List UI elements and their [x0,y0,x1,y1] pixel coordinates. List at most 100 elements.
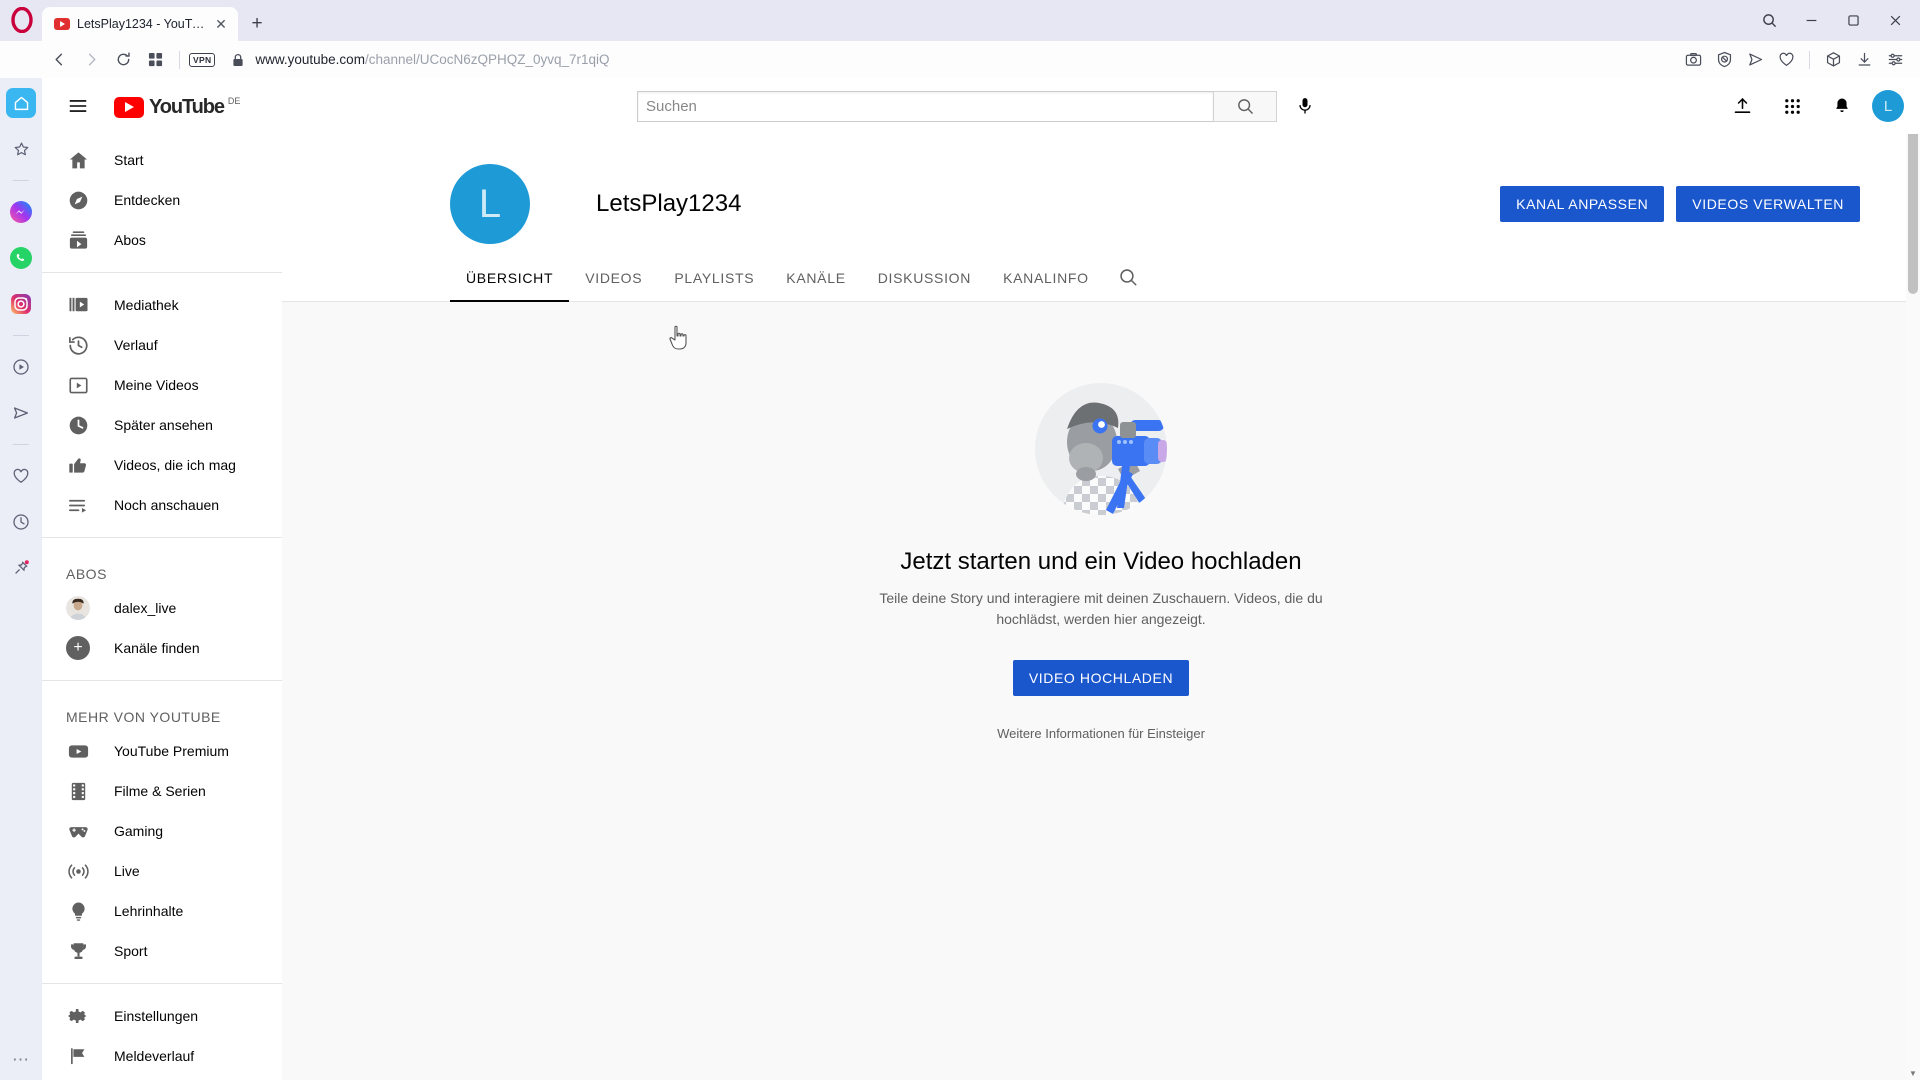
scroll-down-arrow[interactable]: ▼ [1906,1066,1920,1080]
browser-window: LetsPlay1234 - YouTube ✕ + VPN www.youtu… [0,0,1920,1080]
sidebar-item-abos[interactable]: Abos [42,220,282,260]
upload-video-button[interactable]: Video hochladen [1012,660,1190,696]
opera-side-rail: ⋯ [0,78,42,1080]
customize-channel-button[interactable]: Kanal anpassen [1500,186,1665,222]
minimize-button[interactable] [1790,5,1832,37]
navigation-bar: VPN www.youtube.com/channel/UCocN6zQPHQZ… [0,41,1920,78]
page-scrollbar[interactable]: ▲ ▼ [1906,78,1920,1080]
youtube-logo[interactable]: YouTube DE [114,95,240,118]
forward-arrow-icon[interactable] [76,45,106,75]
sidebar-item-gaming[interactable]: Gaming [42,811,282,851]
manage-videos-button[interactable]: Videos verwalten [1676,186,1860,222]
sidebar-item-meine-videos[interactable]: Meine Videos [42,365,282,405]
maximize-button[interactable] [1832,5,1874,37]
page-viewport: YouTube DE Suchen L Start Entdecken Abos… [42,78,1920,1080]
lock-icon[interactable] [223,45,253,75]
sidebar-item-youtube-premium[interactable]: YouTube Premium [42,731,282,771]
tab-kanaele[interactable]: Kanäle [770,254,861,302]
library-icon [66,293,90,317]
compass-icon [66,188,90,212]
sidebar-item-videos-die-ich-mag[interactable]: Videos, die ich mag [42,445,282,485]
sidebar-item-label: Einstellungen [114,1008,199,1024]
tab-uebersicht[interactable]: Übersicht [450,254,570,302]
gear-icon [66,1004,90,1028]
search-input[interactable]: Suchen [637,90,1213,122]
upload-icon[interactable] [1722,86,1762,126]
pin-icon[interactable] [6,553,36,583]
back-arrow-icon[interactable] [44,45,74,75]
instagram-icon[interactable] [6,289,36,319]
beginner-help-link[interactable]: Weitere Informationen für Einsteiger [997,726,1205,741]
sidebar-item-live[interactable]: Live [42,851,282,891]
rail-more-button[interactable]: ⋯ [12,1050,30,1070]
downloads-icon[interactable] [1849,45,1879,75]
reload-icon[interactable] [108,45,138,75]
whatsapp-icon[interactable] [6,243,36,273]
vpn-badge[interactable]: VPN [189,52,216,67]
speed-dial-icon[interactable] [140,45,170,75]
plus-circle-icon: + [66,636,90,660]
voice-search-icon[interactable] [1285,86,1325,126]
youtube-favicon [54,18,70,30]
extensions-cube-icon[interactable] [1818,45,1848,75]
youtube-play-icon [114,96,144,118]
telegram-icon[interactable] [6,398,36,428]
tab-diskussion[interactable]: Diskussion [862,254,987,302]
youtube-masthead: YouTube DE Suchen L [42,78,1920,134]
sidebar-item-lehrinhalte[interactable]: Lehrinhalte [42,891,282,931]
snapshot-camera-icon[interactable] [1678,45,1708,75]
browser-tab[interactable]: LetsPlay1234 - YouTube ✕ [42,7,238,41]
apps-grid-icon[interactable] [1772,86,1812,126]
history-icon [66,333,90,357]
sidebar-item-einstellungen[interactable]: Einstellungen [42,996,282,1036]
sidebar-item-label: dalex_live [114,600,177,616]
sidebar-item-sport[interactable]: Sport [42,931,282,971]
tab-playlists[interactable]: Playlists [658,254,770,302]
sidebar-item-mediathek[interactable]: Mediathek [42,285,282,325]
close-window-button[interactable] [1874,5,1916,37]
messenger-icon[interactable] [6,197,36,227]
sidebar-heading-abos: ABOS [66,566,107,582]
bell-icon[interactable] [1822,86,1862,126]
pinboard-heart-icon[interactable] [6,461,36,491]
heart-icon[interactable] [1771,45,1801,75]
youtube-wordmark: YouTube [149,95,225,118]
player-icon[interactable] [1740,45,1770,75]
sidebar-item-label: Entdecken [114,192,181,208]
tab-kanalinfo[interactable]: Kanalinfo [987,254,1105,302]
sidebar-item-filme-serien[interactable]: Filme & Serien [42,771,282,811]
bookmarks-star-icon[interactable] [6,134,36,164]
trophy-icon [66,939,90,963]
sidebar-item-meldeverlauf[interactable]: Meldeverlauf [42,1036,282,1076]
home-icon[interactable] [6,88,36,118]
sidebar-item-spaeter-ansehen[interactable]: Später ansehen [42,405,282,445]
search-tabs-icon[interactable] [1748,5,1790,37]
sidebar-item-start[interactable]: Start [42,140,282,180]
sidebar-item-verlauf[interactable]: Verlauf [42,325,282,365]
search-button[interactable] [1213,90,1277,122]
youtube-sidebar: Start Entdecken Abos Mediathek Verlauf M… [42,134,282,1080]
sidebar-item-entdecken[interactable]: Entdecken [42,180,282,220]
channel-avatar[interactable]: L [450,164,530,244]
player-icon[interactable] [6,352,36,382]
easy-setup-icon[interactable] [1880,45,1910,75]
sidebar-item-kanaele-finden[interactable]: + Kanäle finden [42,628,282,668]
hamburger-icon[interactable] [58,86,98,126]
gaming-icon [66,819,90,843]
tab-strip: LetsPlay1234 - YouTube ✕ + [0,0,1920,41]
history-clock-icon[interactable] [6,507,36,537]
ad-blocker-icon[interactable] [1709,45,1739,75]
watch-later-icon [66,413,90,437]
url-domain: www.youtube.com [255,52,365,67]
search-icon[interactable] [1105,254,1153,302]
new-tab-button[interactable]: + [242,9,272,39]
tab-videos[interactable]: Videos [569,254,658,302]
sidebar-item-label: Verlauf [114,337,158,353]
home-icon [66,148,90,172]
sidebar-item-dalex-live[interactable]: dalex_live [42,588,282,628]
sidebar-item-label: Sport [114,943,148,959]
address-bar[interactable]: www.youtube.com/channel/UCocN6zQPHQZ_0yv… [255,52,1676,67]
account-avatar[interactable]: L [1872,90,1904,122]
sidebar-item-noch-anschauen[interactable]: Noch anschauen [42,485,282,525]
close-icon[interactable]: ✕ [212,15,230,33]
